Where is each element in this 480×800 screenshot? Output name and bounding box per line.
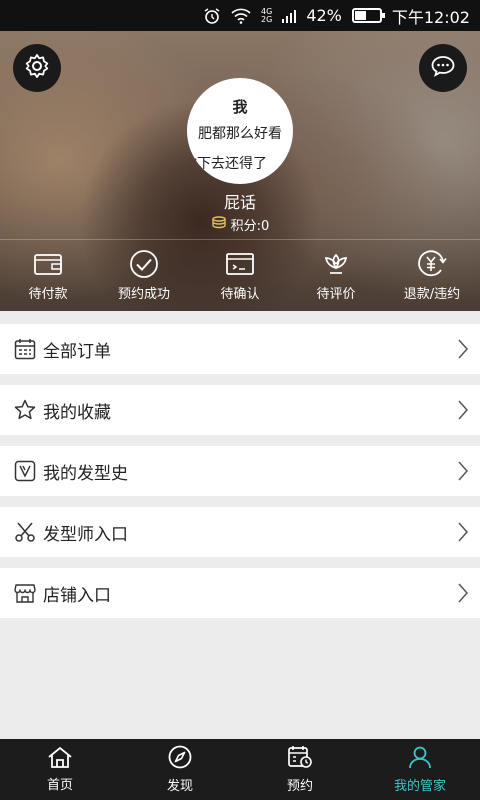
chevron-right-icon bbox=[458, 461, 469, 486]
order-status-bar: 待付款 预约成功 待确认 待评价 退款/违约 bbox=[0, 249, 480, 305]
check-circle-icon bbox=[129, 249, 159, 279]
battery-fill bbox=[354, 11, 366, 20]
menu-item-label: 全部订单 bbox=[43, 341, 111, 362]
tab-label: 首页 bbox=[46, 778, 73, 793]
menu-list: 全部订单 我的收藏 我的发型史 发型师入口 店铺入口 bbox=[0, 324, 480, 629]
tab-label: 我的管家 bbox=[393, 779, 446, 794]
compass-icon bbox=[168, 745, 192, 773]
battery-percent: 42% bbox=[306, 6, 342, 25]
battery-icon bbox=[351, 8, 385, 23]
order-status-label: 待评价 bbox=[316, 287, 356, 302]
avatar[interactable]: 我 肥都那么好看 你下去还得了 bbox=[187, 78, 293, 184]
order-status-label: 待确认 bbox=[220, 287, 260, 302]
window-icon bbox=[225, 249, 255, 279]
menu-item-stylist-entrance[interactable]: 发型师入口 bbox=[0, 507, 480, 557]
person-icon bbox=[408, 745, 432, 773]
order-status-to-review[interactable]: 待评价 bbox=[288, 249, 384, 305]
status-bar: 4G 2G 42% 下午12:02 bbox=[0, 0, 480, 31]
order-status-booked[interactable]: 预约成功 bbox=[96, 249, 192, 305]
order-status-label: 待付款 bbox=[28, 287, 68, 302]
shop-icon bbox=[13, 581, 37, 605]
menu-item-all-orders[interactable]: 全部订单 bbox=[0, 324, 480, 374]
signal-icon bbox=[282, 9, 297, 23]
home-icon bbox=[47, 746, 73, 772]
yen-refresh-icon bbox=[416, 249, 448, 279]
menu-item-shop-entrance[interactable]: 店铺入口 bbox=[0, 568, 480, 618]
calendar-clock-icon bbox=[287, 745, 313, 773]
points: 积分:0 bbox=[0, 215, 480, 234]
chat-bubble-icon bbox=[430, 54, 456, 82]
lotus-icon bbox=[321, 249, 351, 279]
chevron-right-icon bbox=[458, 400, 469, 425]
tab-my-butler[interactable]: 我的管家 bbox=[360, 739, 480, 800]
menu-item-label: 我的收藏 bbox=[43, 402, 111, 423]
tab-discover[interactable]: 发现 bbox=[120, 739, 240, 800]
tab-booking[interactable]: 预约 bbox=[240, 739, 360, 800]
message-button[interactable] bbox=[419, 44, 467, 92]
points-label: 积分:0 bbox=[230, 219, 270, 234]
tab-home[interactable]: 首页 bbox=[0, 739, 120, 800]
coin-stack-icon bbox=[211, 215, 227, 234]
bottom-tab-bar: 首页 发现 预约 我的管家 bbox=[0, 739, 480, 800]
avatar-text-line-3: 你下去还得了 bbox=[187, 156, 267, 172]
avatar-text-line-2: 肥都那么好看 bbox=[198, 126, 282, 142]
alarm-icon bbox=[203, 7, 221, 25]
menu-item-label: 我的发型史 bbox=[43, 463, 128, 484]
avatar-text-line-1: 我 bbox=[232, 98, 248, 116]
gear-icon bbox=[24, 53, 50, 83]
divider bbox=[0, 239, 480, 240]
settings-button[interactable] bbox=[13, 44, 61, 92]
menu-item-favorites[interactable]: 我的收藏 bbox=[0, 385, 480, 435]
order-status-refund[interactable]: 退款/违约 bbox=[384, 249, 480, 305]
wifi-icon bbox=[231, 8, 251, 24]
star-icon bbox=[13, 398, 37, 422]
order-status-label: 预约成功 bbox=[117, 287, 170, 302]
clock: 下午12:02 bbox=[391, 7, 470, 27]
order-status-to-confirm[interactable]: 待确认 bbox=[192, 249, 288, 305]
calendar-list-icon bbox=[13, 337, 37, 361]
hairstyle-history-icon bbox=[13, 459, 37, 483]
tab-label: 发现 bbox=[166, 779, 193, 794]
menu-item-hairstyle-history[interactable]: 我的发型史 bbox=[0, 446, 480, 496]
menu-item-label: 店铺入口 bbox=[43, 585, 111, 606]
chevron-right-icon bbox=[458, 339, 469, 364]
wallet-icon bbox=[33, 249, 63, 279]
network-bottom: 2G bbox=[261, 14, 273, 24]
network-type: 4G 2G bbox=[261, 7, 273, 24]
chevron-right-icon bbox=[458, 522, 469, 547]
chevron-right-icon bbox=[458, 583, 469, 608]
tab-label: 预约 bbox=[286, 779, 313, 794]
scissors-icon bbox=[13, 520, 37, 544]
nickname: 屁话 bbox=[223, 193, 256, 212]
profile-header: 我 肥都那么好看 你下去还得了 屁话 积分:0 待付款 预约成功 待确认 待评价… bbox=[0, 31, 480, 311]
menu-item-label: 发型师入口 bbox=[43, 524, 128, 545]
order-status-label: 退款/违约 bbox=[403, 287, 461, 302]
order-status-pending-payment[interactable]: 待付款 bbox=[0, 249, 96, 305]
